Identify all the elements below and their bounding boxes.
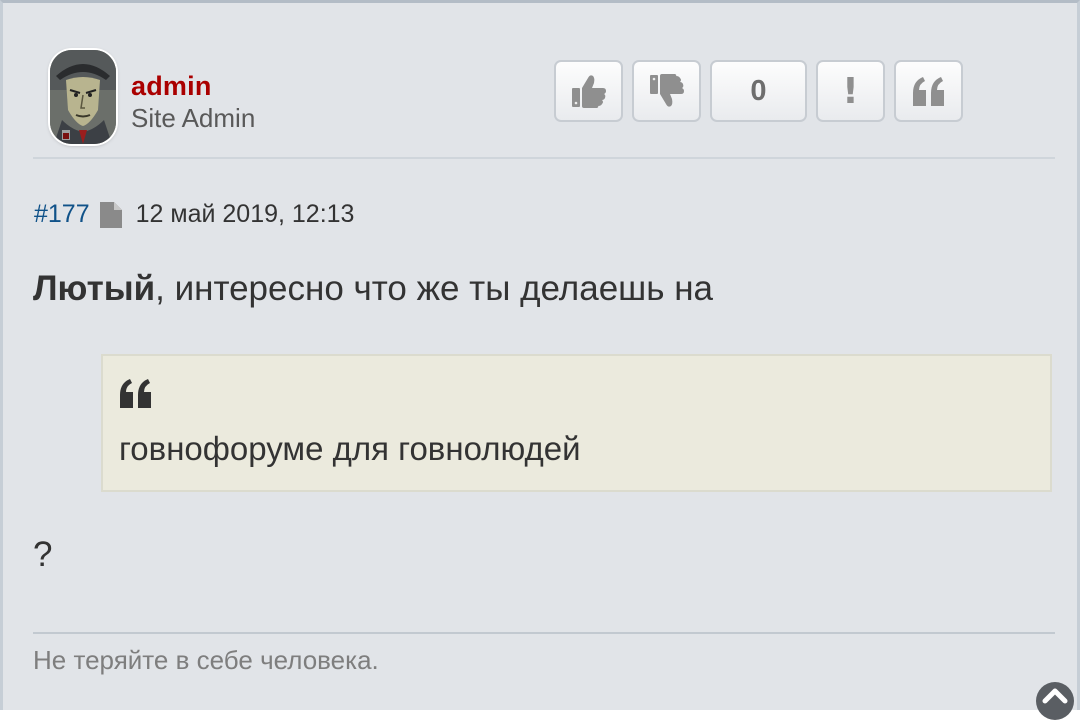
- thumbs-up-icon: [571, 75, 606, 108]
- report-button[interactable]: !: [816, 60, 885, 122]
- post-text: , интересно что же ты делаешь на: [155, 269, 713, 308]
- signature-divider: [33, 632, 1055, 634]
- signature: Не теряйте в себе человека.: [33, 645, 379, 675]
- quote-icon: [912, 77, 944, 106]
- header-divider: [33, 157, 1055, 159]
- avatar[interactable]: [50, 50, 116, 144]
- post-number-link[interactable]: #177: [34, 200, 90, 229]
- post-panel: admin Site Admin 0 ! #177 12 май 2019, 1…: [0, 0, 1080, 720]
- thumbs-down-icon: [649, 74, 684, 107]
- post-action-buttons: 0 !: [554, 60, 963, 122]
- blockquote-icon: [118, 378, 154, 413]
- rating-counter[interactable]: 0: [710, 60, 807, 122]
- post-date: 12 май 2019, 12:13: [135, 200, 355, 228]
- post-body: Лютый, интересно что же ты делаешь на: [33, 269, 713, 309]
- scroll-top-button[interactable]: [1036, 682, 1074, 720]
- quote-text: говнофоруме для говнолюдей: [119, 430, 581, 467]
- report-icon: !: [842, 70, 859, 112]
- author-rank: Site Admin: [131, 103, 256, 133]
- post-trailing-text: ?: [33, 535, 53, 574]
- post-meta: #177 12 май 2019, 12:13: [34, 200, 354, 229]
- like-button[interactable]: [554, 60, 623, 122]
- file-icon[interactable]: [99, 201, 122, 228]
- author-username[interactable]: admin: [131, 71, 212, 102]
- mention-name: Лютый: [33, 269, 156, 308]
- quote-button[interactable]: [894, 60, 963, 122]
- dislike-button[interactable]: [632, 60, 701, 122]
- chevron-up-circle-icon: [1042, 688, 1068, 704]
- quote-block: говнофоруме для говнолюдей: [101, 354, 1052, 492]
- rating-count: 0: [750, 74, 767, 107]
- avatar-image: [50, 50, 116, 144]
